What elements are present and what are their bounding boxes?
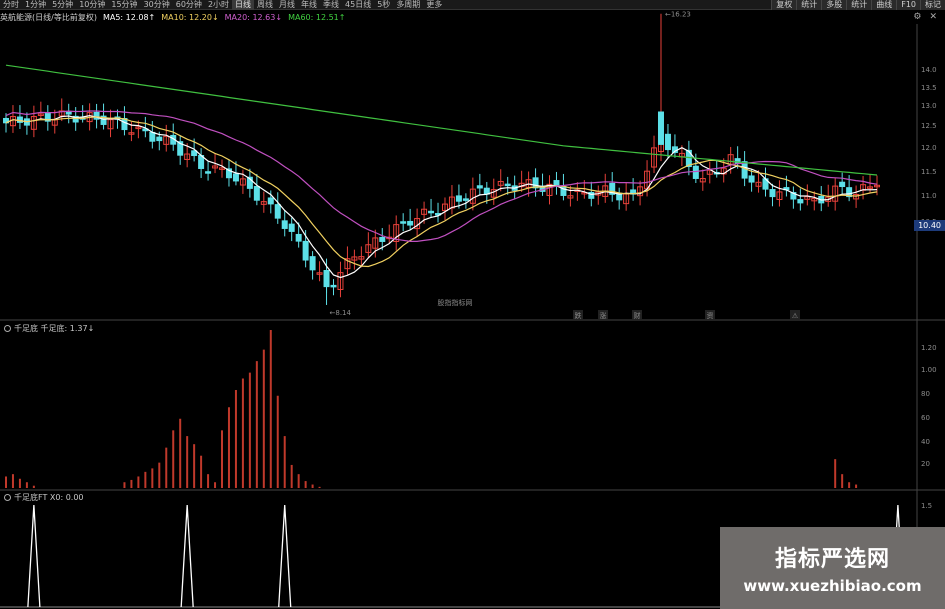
price-axis-label: 12.0 xyxy=(921,144,937,152)
candle-down xyxy=(281,220,288,229)
collapse-circle-icon[interactable] xyxy=(4,494,11,501)
candle-down xyxy=(657,111,664,145)
price-axis-label: 13.0 xyxy=(921,102,937,110)
ma10-line xyxy=(5,116,878,268)
price-axis-label: 13.5 xyxy=(921,84,937,92)
panel1-axis-label: 1.20 xyxy=(921,344,937,352)
panel1-axis-label: 20 xyxy=(921,460,930,468)
watermark-url: www.xuezhibiao.com xyxy=(743,577,922,595)
candle-down xyxy=(428,210,435,214)
site-watermark: 指标严选网 www.xuezhibiao.com xyxy=(720,527,945,609)
watermark-title: 指标严选网 xyxy=(774,547,890,572)
event-tag: 财 xyxy=(634,311,641,320)
center-watermark: 股指指标网 xyxy=(438,298,473,307)
current-price-tag: 10.40 xyxy=(914,220,945,231)
ma5-line xyxy=(5,114,878,279)
candle-down xyxy=(504,183,511,187)
candle-down xyxy=(149,131,156,142)
chart-canvas: 14.013.513.012.512.011.511.010.5←16.23←8… xyxy=(0,11,945,609)
panel1-axis-label: 40 xyxy=(921,438,930,446)
candle-down xyxy=(379,236,386,242)
candle-down xyxy=(156,136,163,142)
candle-down xyxy=(748,175,755,183)
candle-down xyxy=(330,284,337,288)
event-tag: 涨 xyxy=(600,311,607,320)
panel2-label-text: 千足底FT X0: 0.00 xyxy=(14,493,84,502)
candle-down xyxy=(400,221,407,224)
candle-down xyxy=(553,180,560,187)
candle-down xyxy=(65,111,72,115)
low-label: ←8.14 xyxy=(330,309,352,317)
signal-spike xyxy=(180,504,194,608)
signal-spike xyxy=(27,504,41,608)
price-axis-label: 14.0 xyxy=(921,66,937,74)
candle-down xyxy=(797,199,804,204)
candle-down xyxy=(839,181,846,188)
candle-down xyxy=(309,256,316,271)
panel1-axis-label: 80 xyxy=(921,390,930,398)
panel2-label: 千足底FT X0: 0.00 xyxy=(4,492,84,503)
high-label: ←16.23 xyxy=(665,11,691,19)
candle-down xyxy=(288,223,295,232)
ma60-line xyxy=(5,64,878,176)
panel1-label-text: 千足底 千足底: 1.37↓ xyxy=(14,324,95,333)
panel1-axis-label: 60 xyxy=(921,414,930,422)
candle-down xyxy=(302,240,309,261)
candle-down xyxy=(253,185,260,201)
price-axis-label: 11.0 xyxy=(921,192,937,200)
candle-down xyxy=(121,118,128,131)
candle-down xyxy=(664,133,671,151)
price-axis-label: 11.5 xyxy=(921,168,937,176)
candle-down xyxy=(476,185,483,189)
candle-down xyxy=(407,220,414,226)
candle-down xyxy=(692,165,699,179)
panel1-label: 千足底 千足底: 1.37↓ xyxy=(4,323,94,334)
candle-down xyxy=(267,197,274,205)
candle-down xyxy=(741,161,748,179)
candle-down xyxy=(455,195,462,202)
event-tag: 资 xyxy=(707,311,714,320)
candle-down xyxy=(205,171,212,174)
panel1-axis-label: 1.00 xyxy=(921,366,937,374)
signal-spike xyxy=(278,504,292,608)
collapse-circle-icon[interactable] xyxy=(4,325,11,332)
panel2-axis-label: 1.5 xyxy=(921,502,932,510)
candle-down xyxy=(462,198,469,201)
candle-down xyxy=(16,116,23,123)
candle-down xyxy=(769,189,776,198)
candle-down xyxy=(232,173,239,182)
event-tag: 跌 xyxy=(575,311,582,320)
candle-down xyxy=(295,233,302,242)
candle-down xyxy=(274,204,281,219)
event-tag: ⚠ xyxy=(792,312,799,320)
price-axis-label: 12.5 xyxy=(921,122,937,130)
